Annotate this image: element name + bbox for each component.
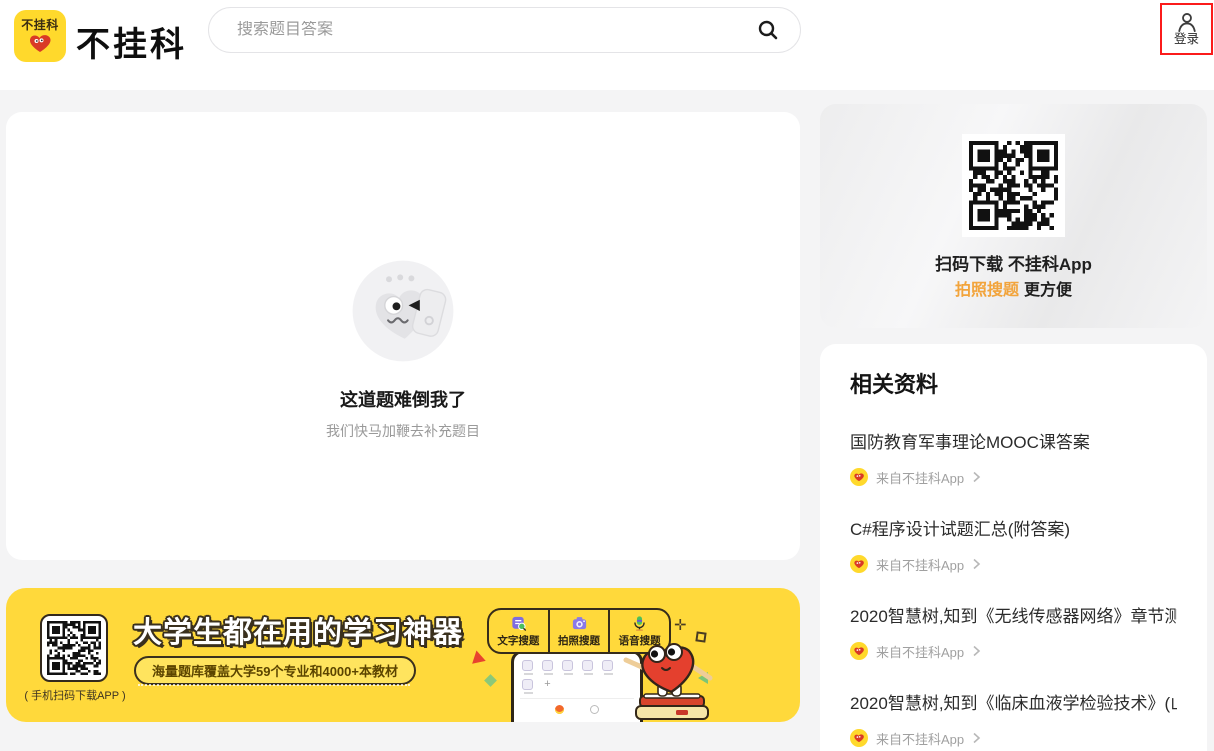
related-title: 相关资料 — [850, 370, 1177, 400]
empty-state-card: 这道题难倒我了 我们快马加鞭去补充题目 — [6, 112, 800, 560]
chevron-right-icon — [972, 732, 981, 744]
qr-code-image — [969, 141, 1058, 230]
app-logo[interactable]: 不挂科 — [14, 10, 66, 62]
text-search-icon — [510, 615, 527, 632]
download-line2: 拍照搜题更方便 — [820, 276, 1207, 300]
related-item[interactable]: 2020智慧树,知到《临床血液学检验技术》(山… 来自不挂科App — [850, 692, 1177, 748]
decor-plus-icon: ✛ — [674, 616, 687, 634]
related-item[interactable]: C#程序设计试题汇总(附答案) 来自不挂科App — [850, 518, 1177, 574]
related-item-source[interactable]: 来自不挂科App — [850, 554, 1177, 574]
qr-code-image — [47, 621, 101, 675]
user-icon — [1176, 12, 1198, 32]
related-item-source[interactable]: 来自不挂科App — [850, 467, 1177, 487]
related-item-title[interactable]: 2020智慧树,知到《临床血液学检验技术》(山… — [850, 692, 1177, 716]
logo-badge-text: 不挂科 — [21, 19, 59, 31]
search-bar[interactable] — [208, 7, 801, 53]
related-item[interactable]: 2020智慧树,知到《无线传感器网络》章节测… 来自不挂科App — [850, 605, 1177, 661]
app-logo-icon — [850, 468, 868, 486]
related-materials-card: 相关资料 国防教育军事理论MOOC课答案 来自不挂科App C#程序设计试题汇总… — [820, 344, 1207, 751]
chevron-right-icon — [972, 471, 981, 483]
feature-text-search: 文字搜题 — [489, 610, 548, 652]
download-line1: 扫码下载 不挂科App — [820, 250, 1207, 275]
related-item-source[interactable]: 来自不挂科App — [850, 641, 1177, 661]
download-line2-rest: 更方便 — [1024, 282, 1072, 299]
related-item-title[interactable]: 2020智慧树,知到《无线传感器网络》章节测… — [850, 605, 1177, 629]
chevron-right-icon — [972, 645, 981, 657]
promo-banner[interactable]: ( 手机扫码下载APP ) 大学生都在用的学习神器 海量题库覆盖大学59个专业和… — [6, 588, 800, 722]
page: 不挂科 不挂科 登录 — [0, 0, 1214, 751]
decor-diamond-icon — [484, 674, 497, 687]
source-label: 来自不挂科App — [876, 468, 964, 487]
app-logo-icon — [850, 642, 868, 660]
related-item-title[interactable]: C#程序设计试题汇总(附答案) — [850, 518, 1177, 542]
voice-search-icon — [631, 615, 648, 632]
feature-label: 拍照搜题 — [558, 633, 600, 648]
source-label: 来自不挂科App — [876, 729, 964, 748]
source-label: 来自不挂科App — [876, 642, 964, 661]
feature-label: 文字搜题 — [497, 633, 539, 648]
empty-state-title: 这道题难倒我了 — [6, 386, 800, 412]
related-item[interactable]: 国防教育军事理论MOOC课答案 来自不挂科App — [850, 431, 1177, 487]
banner-dotted-line — [138, 684, 410, 686]
heart-mascot-illustration — [614, 638, 726, 722]
mascot-empty-illustration — [347, 255, 459, 367]
download-app-card: 扫码下载 不挂科App 拍照搜题更方便 — [820, 104, 1207, 328]
search-input[interactable] — [237, 21, 756, 39]
app-logo-icon — [850, 729, 868, 747]
sidebar-qr-code — [962, 134, 1065, 237]
banner-qr-code — [40, 614, 108, 682]
related-item-source[interactable]: 来自不挂科App — [850, 728, 1177, 748]
logo-heart-icon — [27, 33, 53, 53]
banner-qr-caption: ( 手机扫码下载APP ) — [16, 687, 134, 703]
brand-title[interactable]: 不挂科 — [76, 17, 187, 66]
camera-search-icon — [571, 615, 588, 632]
header: 不挂科 不挂科 登录 — [0, 0, 1214, 90]
app-logo-icon — [850, 555, 868, 573]
decor-triangle-red-icon — [472, 650, 488, 667]
empty-state-subtitle: 我们快马加鞭去补充题目 — [6, 421, 800, 441]
source-label: 来自不挂科App — [876, 555, 964, 574]
download-line2-highlight: 拍照搜题 — [955, 282, 1019, 299]
related-item-title[interactable]: 国防教育军事理论MOOC课答案 — [850, 431, 1177, 455]
banner-sub-badge: 海量题库覆盖大学59个专业和4000+本教材 — [134, 656, 416, 685]
banner-headline: 大学生都在用的学习神器 — [133, 609, 463, 651]
search-icon[interactable] — [756, 18, 780, 42]
chevron-right-icon — [972, 558, 981, 570]
login-button[interactable]: 登录 — [1160, 3, 1213, 55]
login-label: 登录 — [1174, 32, 1199, 47]
feature-photo-search: 拍照搜题 — [548, 610, 609, 652]
